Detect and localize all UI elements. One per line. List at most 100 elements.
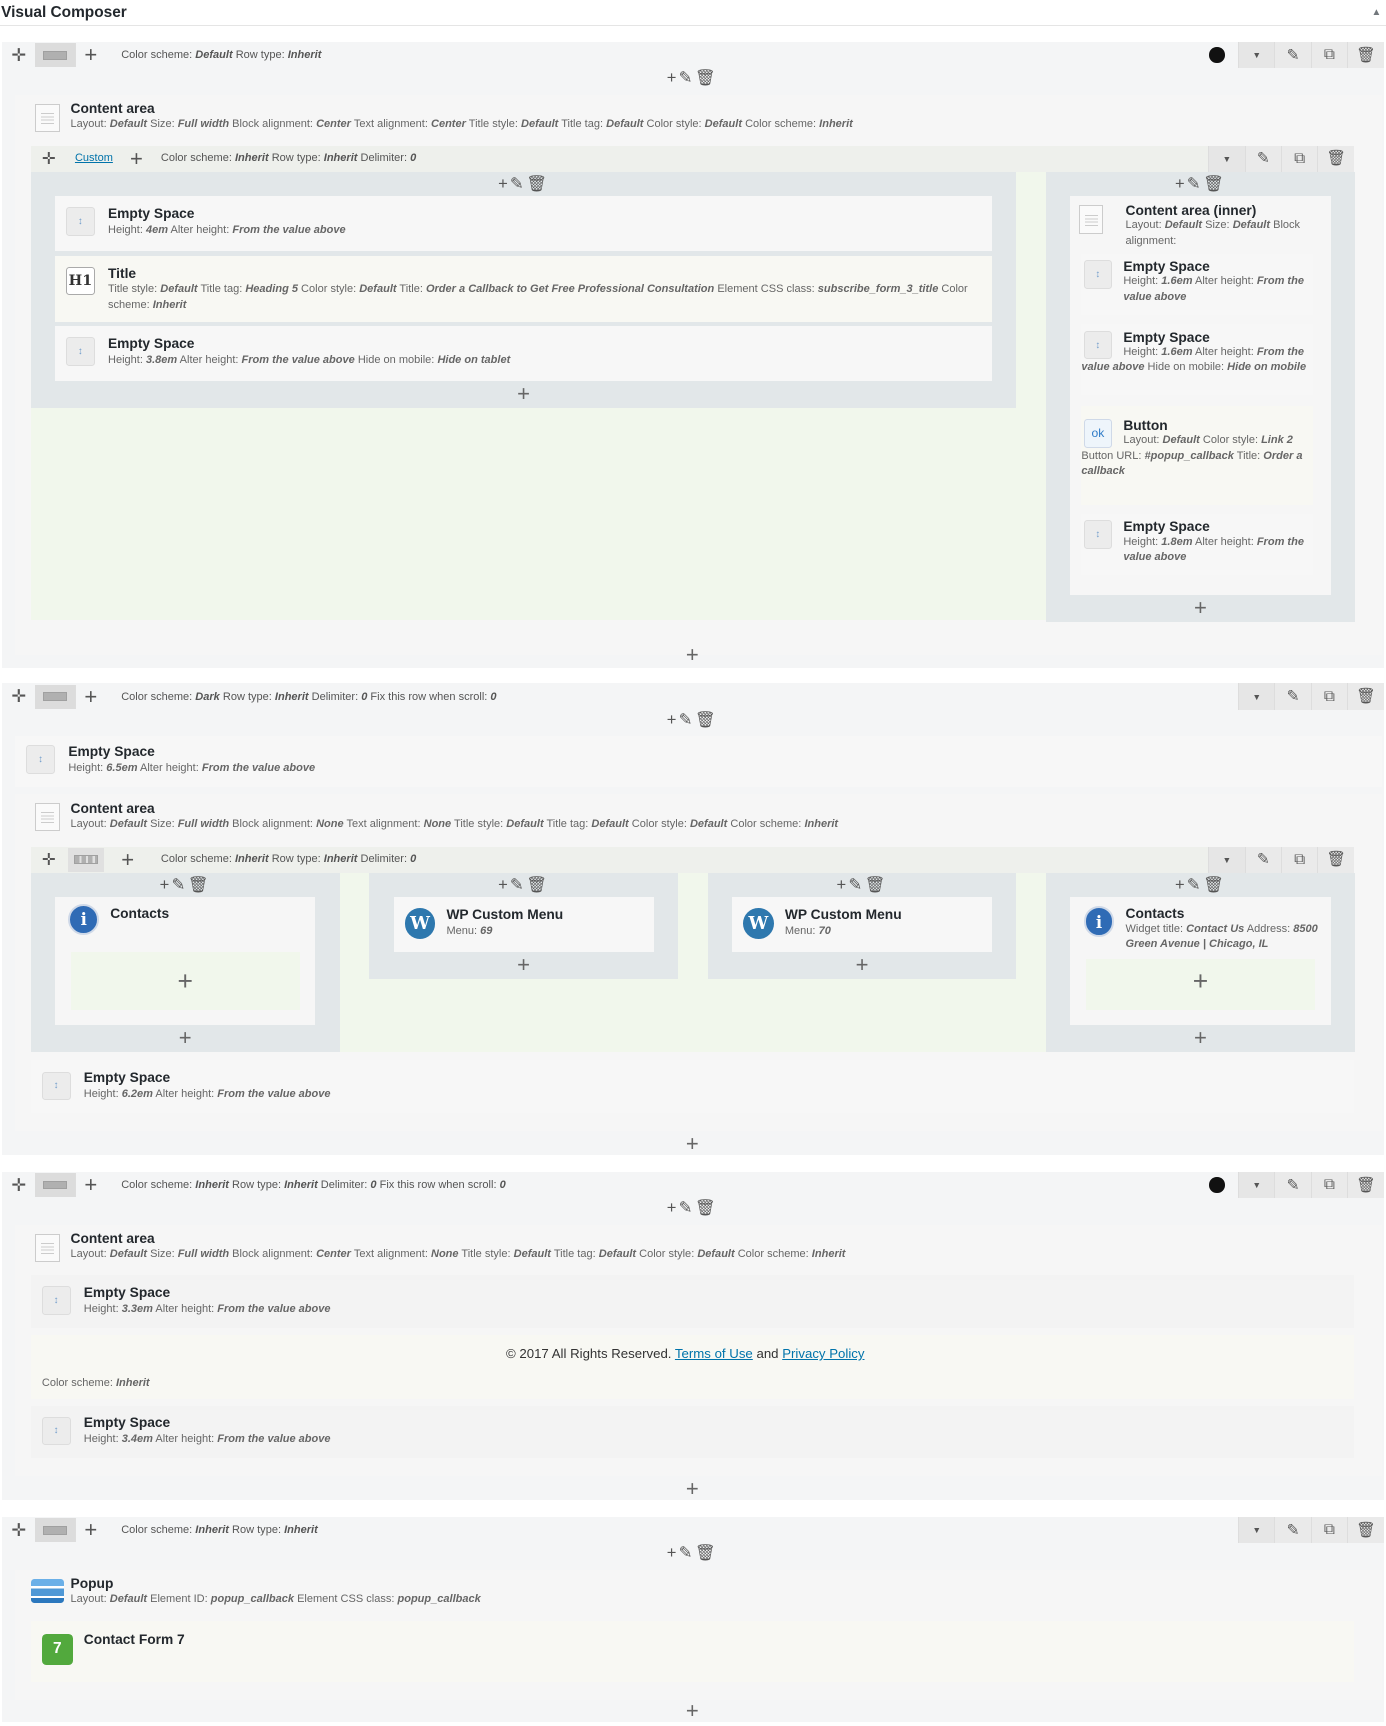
col-controls[interactable]: +✎🗑 — [837, 875, 888, 895]
add-column-button[interactable]: + — [74, 684, 106, 709]
popup-icon — [30, 1578, 64, 1603]
add-column-button[interactable]: + — [74, 1517, 106, 1543]
add-element-button[interactable]: + — [517, 381, 530, 407]
add-element-button[interactable]: + — [686, 1476, 699, 1502]
add-column-button[interactable]: + — [74, 1172, 106, 1198]
wp-custom-menu-element[interactable]: W WP Custom Menu Menu: 70 — [731, 897, 993, 953]
add-element-button[interactable]: + — [686, 1698, 699, 1724]
contact-form-7-element[interactable]: 7 Contact Form 7 — [30, 1620, 1354, 1683]
contacts-element[interactable]: i Contacts + — [55, 897, 316, 1026]
wp-custom-menu-element[interactable]: W WP Custom Menu Menu: 69 — [393, 897, 654, 953]
add-element-button[interactable]: + — [517, 952, 530, 978]
empty-space-element[interactable]: ↕ Empty Space Height: 6.5em Alter height… — [15, 736, 1383, 788]
add-column-button[interactable]: + — [130, 146, 143, 172]
move-handle-icon[interactable]: ✛ — [2, 45, 35, 66]
add-element-button[interactable]: + — [177, 966, 192, 997]
col-controls[interactable]: +✎🗑 — [498, 875, 549, 895]
move-handle-icon[interactable]: ✛ — [42, 850, 56, 870]
column-right: +✎🗑 Content area (inner) Layout: Default… — [1046, 171, 1355, 622]
param-label: Height: — [83, 1432, 122, 1445]
row-layout-button[interactable] — [35, 684, 75, 709]
content-area-inner[interactable]: Content area (inner) Layout: Default Siz… — [1070, 196, 1331, 596]
edit-icon[interactable]: ✎ — [1244, 846, 1281, 874]
add-element-button[interactable]: + — [686, 1131, 699, 1157]
col-controls[interactable]: +✎🗑 — [667, 1198, 718, 1218]
param-label: Delimiter: — [357, 853, 411, 866]
row-layout-button[interactable] — [35, 1517, 75, 1543]
title-element[interactable]: H1 Title Title style: Default Title tag:… — [55, 255, 993, 322]
empty-space-element[interactable]: ↕ Empty Space Height: 3.4em Alter height… — [30, 1405, 1354, 1459]
triangle-up-icon[interactable]: ▲ — [1371, 7, 1385, 18]
text-block-element[interactable]: © 2017 All Rights Reserved. Terms of Use… — [30, 1334, 1354, 1399]
col-controls[interactable]: +✎🗑 — [160, 875, 211, 895]
copy-icon[interactable]: ⧉ — [1280, 145, 1318, 172]
param-value: From the value above — [217, 1087, 331, 1100]
layout-custom-link[interactable]: Custom — [75, 152, 113, 164]
copy-icon[interactable]: ⧉ — [1280, 846, 1318, 874]
contacts-element[interactable]: i Contacts Widget title: Contact Us Addr… — [1070, 897, 1331, 1026]
move-handle-icon[interactable]: ✛ — [42, 149, 56, 169]
delete-icon[interactable]: 🗑 — [1347, 1171, 1384, 1199]
param-label: Title tag: — [550, 1247, 599, 1260]
content-area[interactable]: Content area Layout: Default Size: Full … — [15, 793, 1383, 1132]
row-layout-button[interactable] — [35, 1172, 75, 1198]
edit-icon[interactable]: ✎ — [1274, 1516, 1311, 1544]
chevron-down-icon[interactable]: ▼ — [1238, 683, 1275, 710]
button-element[interactable]: ok Button Layout: Default Color style: L… — [1081, 405, 1313, 505]
privacy-link[interactable]: Privacy Policy — [782, 1346, 864, 1361]
param-label: Text alignment: — [343, 817, 424, 830]
chevron-down-icon[interactable]: ▼ — [1238, 41, 1275, 69]
chevron-down-icon[interactable]: ▼ — [1238, 1516, 1275, 1544]
add-element-button[interactable]: + — [686, 642, 699, 668]
empty-space-element[interactable]: ↕ Empty Space Height: 1.6em Alter height… — [1081, 324, 1313, 395]
chevron-down-icon[interactable]: ▼ — [1208, 145, 1245, 172]
delete-icon[interactable]: 🗑 — [1347, 41, 1384, 69]
content-area[interactable]: Content area Layout: Default Size: Full … — [15, 94, 1383, 655]
add-column-button[interactable]: + — [74, 42, 106, 68]
empty-space-element[interactable]: ↕ Empty Space Height: 6.2em Alter height… — [30, 1060, 1354, 1114]
empty-space-element[interactable]: ↕ Empty Space Height: 3.3em Alter height… — [30, 1275, 1354, 1329]
add-element-button[interactable]: + — [179, 1025, 192, 1051]
chevron-down-icon[interactable]: ▼ — [1208, 846, 1245, 874]
param-label: Title style: — [108, 283, 161, 296]
edit-icon[interactable]: ✎ — [1274, 1171, 1311, 1199]
copy-icon[interactable]: ⧉ — [1310, 41, 1348, 69]
popup-element[interactable]: Popup Layout: Default Element ID: popup_… — [15, 1569, 1383, 1700]
col-controls[interactable]: +✎🗑 — [1175, 174, 1226, 194]
col-controls[interactable]: +✎🗑 — [498, 174, 549, 194]
edit-icon[interactable]: ✎ — [1244, 145, 1281, 172]
copy-icon[interactable]: ⧉ — [1310, 1171, 1348, 1199]
element-name: Button — [1123, 417, 1168, 433]
param-label: Fix this row when scroll: — [376, 1179, 500, 1192]
col-controls[interactable]: +✎🗑 — [1175, 875, 1226, 895]
chevron-down-icon[interactable]: ▼ — [1238, 1171, 1275, 1199]
col-controls[interactable]: +✎🗑 — [667, 710, 718, 730]
copy-icon[interactable]: ⧉ — [1310, 683, 1348, 710]
row-layout-button[interactable] — [35, 42, 75, 68]
add-element-button[interactable]: + — [1193, 966, 1208, 997]
move-handle-icon[interactable]: ✛ — [2, 686, 35, 707]
delete-icon[interactable]: 🗑 — [1347, 683, 1384, 710]
edit-icon[interactable]: ✎ — [1274, 41, 1311, 69]
empty-space-element[interactable]: ↕ Empty Space Height: 1.6em Alter height… — [1081, 253, 1313, 316]
empty-space-element[interactable]: ↕ Empty Space Height: 1.8em Alter height… — [1081, 513, 1313, 576]
copy-icon[interactable]: ⧉ — [1310, 1516, 1348, 1544]
content-area[interactable]: Content area Layout: Default Size: Full … — [15, 1224, 1383, 1477]
delete-icon[interactable]: 🗑 — [1317, 145, 1354, 172]
add-element-button[interactable]: + — [1194, 1025, 1207, 1051]
empty-space-element[interactable]: ↕ Empty Space Height: 4em Alter height: … — [55, 196, 993, 252]
add-element-button[interactable]: + — [856, 952, 869, 978]
col-controls[interactable]: +✎🗑 — [667, 1543, 718, 1563]
delete-icon[interactable]: 🗑 — [1317, 846, 1354, 874]
row-layout-button[interactable] — [68, 847, 104, 872]
move-handle-icon[interactable]: ✛ — [2, 1520, 35, 1541]
param-label: Size: — [1202, 219, 1233, 232]
terms-link[interactable]: Terms of Use — [675, 1346, 753, 1361]
col-controls[interactable]: +✎🗑 — [667, 68, 718, 88]
add-element-button[interactable]: + — [1194, 595, 1207, 621]
move-handle-icon[interactable]: ✛ — [2, 1175, 35, 1196]
add-column-button[interactable]: + — [121, 847, 134, 873]
delete-icon[interactable]: 🗑 — [1347, 1516, 1384, 1544]
edit-icon[interactable]: ✎ — [1274, 683, 1311, 710]
empty-space-element[interactable]: ↕ Empty Space Height: 3.8em Alter height… — [55, 326, 993, 382]
